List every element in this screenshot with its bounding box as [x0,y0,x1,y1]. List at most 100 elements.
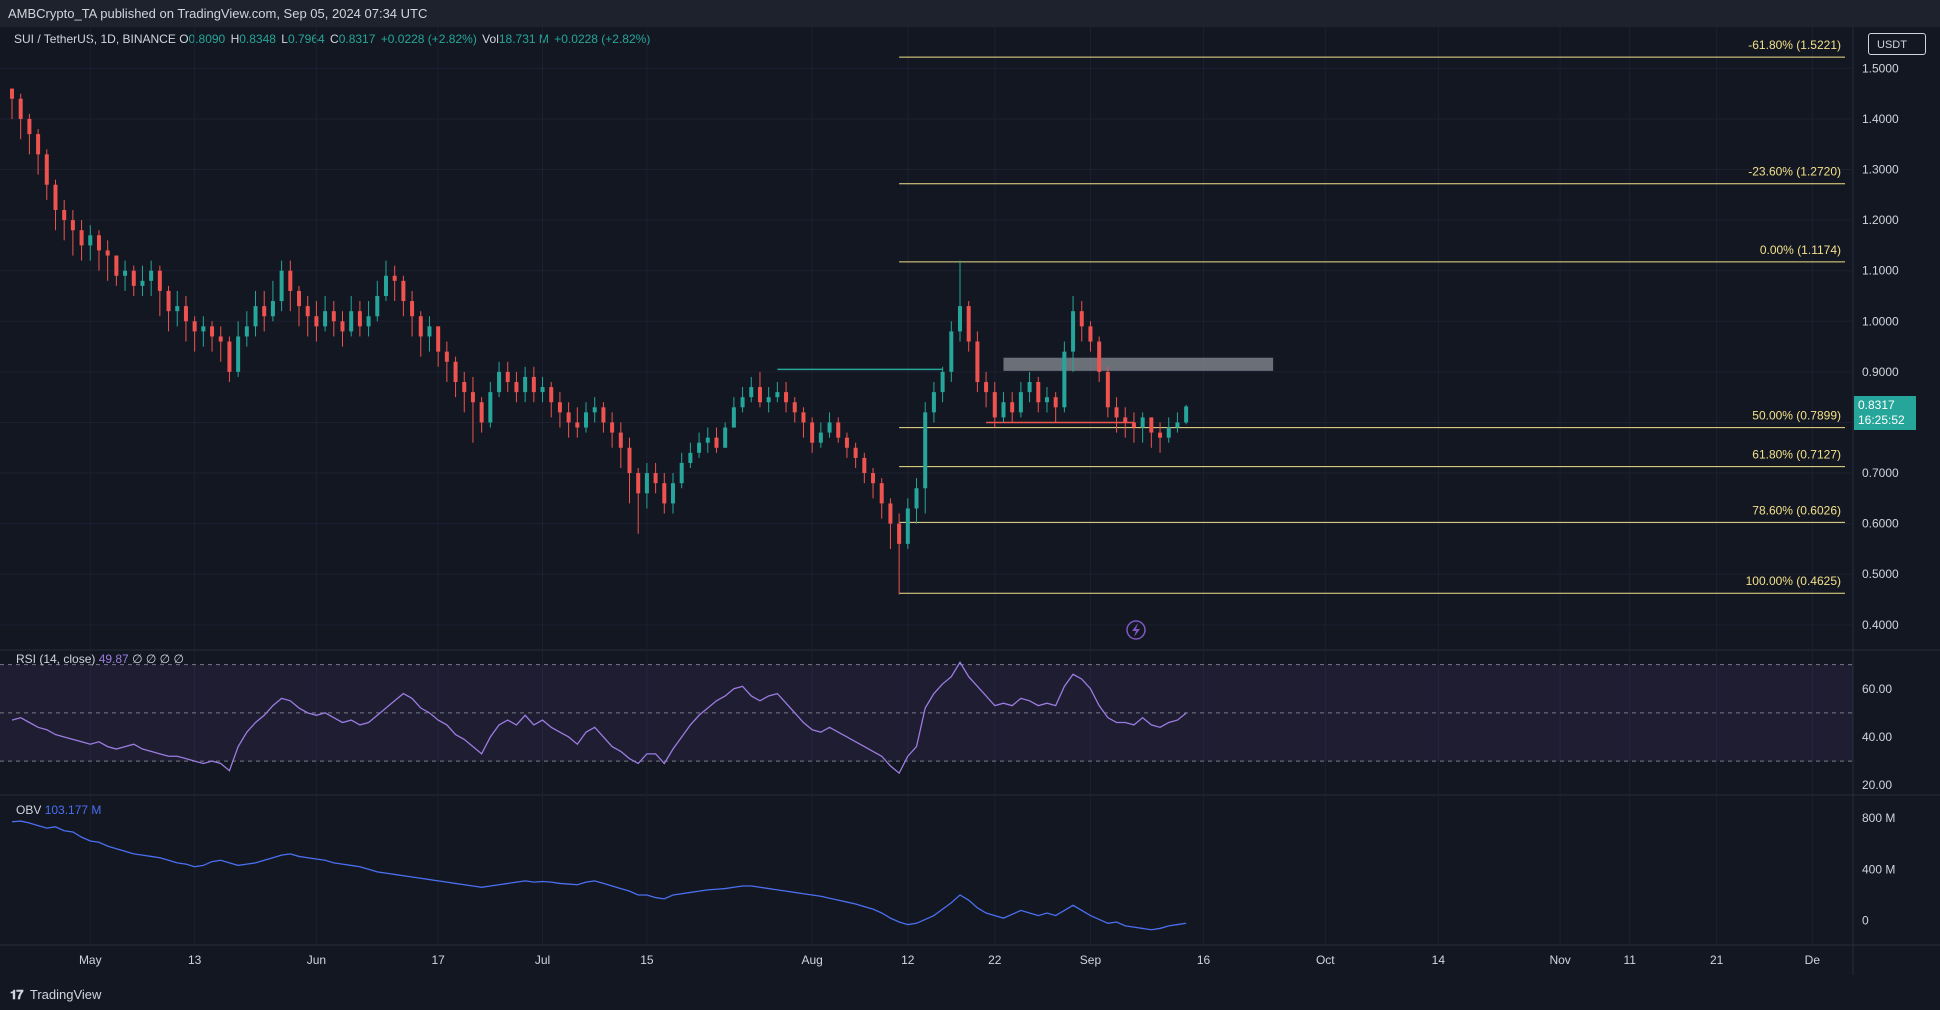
candle-body [201,326,206,332]
candle-body [270,301,275,317]
candle-body [740,397,745,408]
candle-body [940,371,945,393]
candle-body [288,270,293,291]
candle-body [36,134,41,155]
candle-body [1184,406,1189,423]
candle-body [1149,417,1154,433]
candle-body [653,473,658,484]
candle-body [1123,417,1128,423]
price-tick-label: 1.4000 [1862,112,1899,126]
price-tick-label: 0.5000 [1862,567,1899,581]
candle-body [1062,351,1067,408]
candle-body [244,326,249,337]
candle-body [679,462,684,484]
candle-body [1079,311,1084,327]
rsi-pane [0,660,1853,775]
candle-body [618,432,623,448]
rsi-tick-label: 60.00 [1862,682,1892,696]
candle-body [453,361,458,382]
candle-body [705,437,710,443]
candle-body [436,326,441,352]
candle-body [540,387,545,393]
candle-body [10,88,14,99]
candle-body [749,387,754,398]
candle-body [592,407,597,413]
fib-level-label: -61.80% (1.5221) [1748,38,1841,52]
candle-body [1158,432,1163,438]
candle-body [549,387,554,403]
time-tick-label: Jul [535,953,550,967]
candle-body [53,184,58,210]
fib-level-label: 50.00% (0.7899) [1752,409,1841,423]
candle-body [297,290,302,307]
time-tick-label: 14 [1432,953,1446,967]
candle-body [392,275,397,281]
candle-body [331,311,336,322]
candle-body [905,508,910,544]
zones [777,357,1274,424]
candle-body [923,412,928,489]
candle-body [105,250,110,256]
candle-body [479,402,484,423]
candles [10,88,1189,595]
candle-body [140,280,145,286]
candle-body [427,326,432,337]
candle-body [1044,397,1049,403]
candle-body [366,316,371,327]
time-tick-label: Jun [307,953,326,967]
rsi-value: 49.87 [98,652,129,666]
candle-body [1027,382,1032,393]
time-tick-label: 16 [1197,953,1211,967]
price-tick-label: 0.6000 [1862,517,1899,531]
candle-body [497,371,502,393]
obv-tick-label: 0 [1862,914,1869,928]
price-tick-label: 0.9000 [1862,365,1899,379]
candle-body [166,290,171,312]
candle-body [305,306,310,317]
candle-body [444,351,449,362]
candle-body [818,432,823,443]
candle-body [871,473,876,484]
obv-tick-label: 800 M [1862,811,1895,825]
candle-body [557,402,562,413]
candle-body [44,154,49,185]
candle-body [123,270,128,276]
price-tick-label: 0.7000 [1862,466,1899,480]
candle-body [1088,326,1093,342]
footer-bar: 𝟏𝟕 TradingView [0,980,1940,1010]
obv-legend[interactable]: OBV 103.177 M [16,803,101,817]
rsi-tick-label: 20.00 [1862,778,1892,792]
candle-body [1053,397,1058,408]
time-tick-label: 22 [988,953,1002,967]
time-tick-label: 21 [1710,953,1724,967]
candle-body [1105,371,1110,408]
last-price-tag: 0.8317 16:25:52 [1854,396,1916,430]
time-tick-label: De [1805,953,1821,967]
candle-body [670,483,675,504]
candle-body [418,316,423,337]
tradingview-logo-icon[interactable]: 𝟏𝟕 [10,987,24,1002]
candle-body [966,306,971,342]
candle-body [766,397,771,403]
candle-body [505,371,510,382]
candle-body [227,341,232,372]
candle-body [131,270,136,286]
candle-body [183,306,188,322]
chart-canvas[interactable]: -61.80% (1.5221) -23.60% (1.2720) 0.00% (1… [0,0,1940,980]
candle-body [192,321,197,332]
rsi-legend[interactable]: RSI (14, close) 49.87 ∅ ∅ ∅ ∅ [16,652,184,666]
candle-body [470,392,475,403]
candle-body [62,210,67,221]
candle-body [853,447,858,458]
candle-body [844,437,849,448]
candle-body [801,412,806,423]
time-tick-label: Nov [1549,953,1570,967]
obv-pane [11,820,1187,931]
tradingview-brand[interactable]: TradingView [30,987,102,1002]
candle-body [1131,422,1136,428]
candle-body [644,473,649,494]
candle-body [1166,427,1171,438]
candle-body [662,483,667,504]
fib-level-label: 100.00% (0.4625) [1746,574,1841,588]
candle-body [775,392,780,398]
